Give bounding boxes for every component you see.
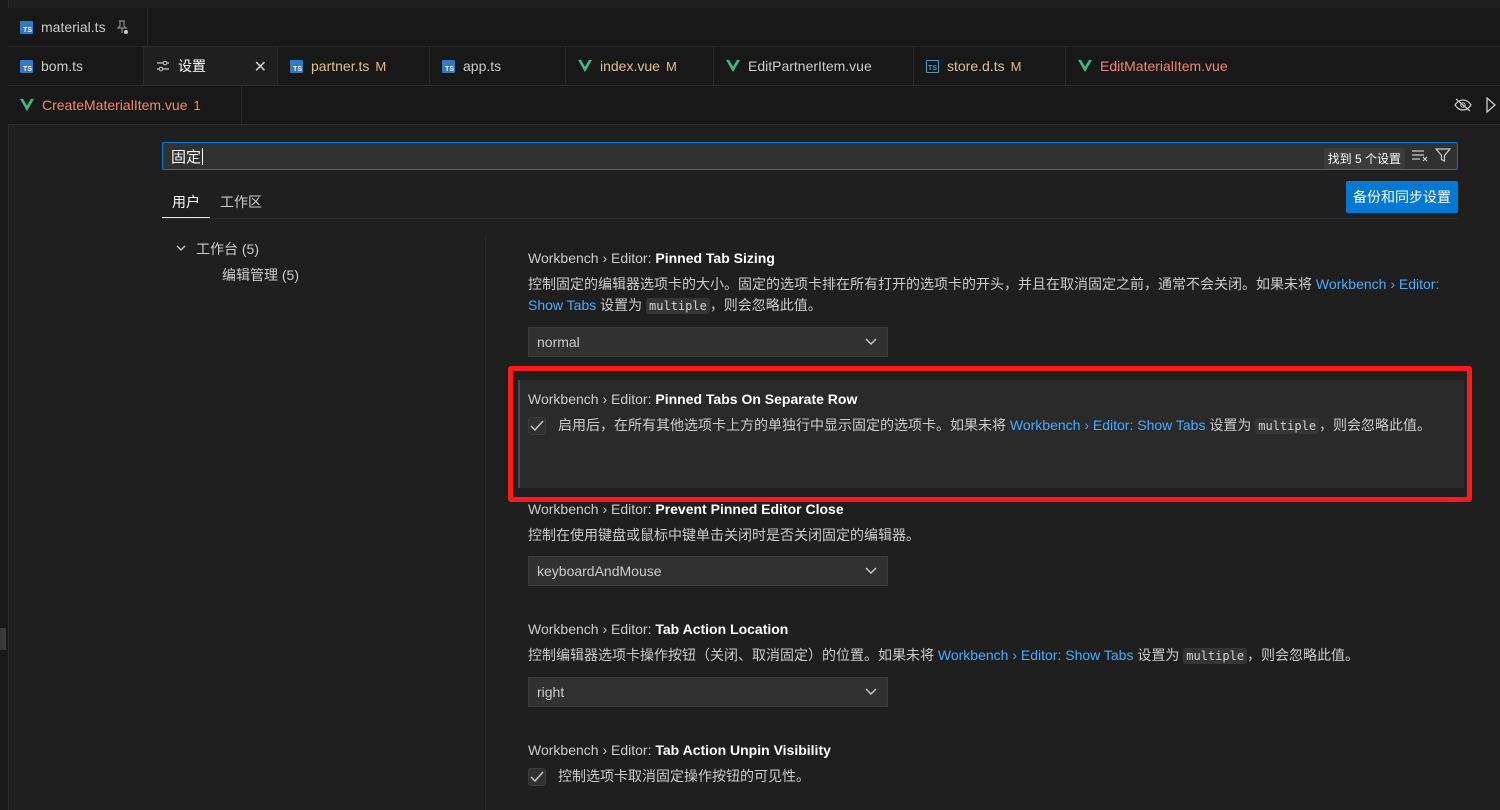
chevron-down-icon <box>176 243 192 255</box>
setting-tab-action-location: Workbench › Editor: Tab Action Location … <box>528 621 1448 707</box>
scroll-marker <box>0 628 6 650</box>
setting-description: 控制编辑器选项卡操作按钮（关闭、取消固定）的位置。如果未将 Workbench … <box>528 647 1360 664</box>
settings-search-input[interactable]: 固定 找到 5 个设置 <box>162 142 1458 170</box>
setting-description: 控制固定的编辑器选项卡的大小。固定的选项卡排在所有打开的选项卡的开头，并且在取消… <box>528 276 1440 314</box>
toc-item-editor-management[interactable]: 编辑管理 (5) <box>176 262 299 288</box>
chevron-down-icon <box>865 688 877 695</box>
check-icon <box>530 771 544 783</box>
close-icon[interactable]: ✕ <box>254 57 267 77</box>
backup-sync-button[interactable]: 备份和同步设置 <box>1346 181 1458 213</box>
setting-title: Workbench › Editor: Prevent Pinned Edito… <box>528 501 844 517</box>
settings-toc: 工作台 (5) 编辑管理 (5) <box>176 236 299 288</box>
clear-filter-icon[interactable] <box>1411 148 1429 162</box>
setting-description: 控制在使用键盘或鼠标中键单击关闭时是否关闭固定的编辑器。 <box>528 527 920 543</box>
annotation-highlight-box <box>508 366 1472 502</box>
tab-row-pinned: TS material.ts <box>8 8 1500 47</box>
tab-row-main: TS bom.ts 设置 ✕ TS partner.ts M TS app.ts… <box>8 47 1500 86</box>
eye-closed-icon[interactable] <box>1454 98 1472 112</box>
setting-title: Workbench › Editor: Tab Action Unpin Vis… <box>528 742 831 758</box>
tab-bom-ts[interactable]: TS bom.ts <box>8 47 144 85</box>
setting-pinned-tab-sizing: Workbench › Editor: Pinned Tab Sizing 控制… <box>528 250 1448 357</box>
typescript-declaration-icon: TS <box>926 59 939 73</box>
tab-user-scope[interactable]: 用户 <box>162 186 210 218</box>
tab-store-d-ts[interactable]: TS store.d.ts M <box>914 47 1066 85</box>
setting-link[interactable]: Workbench › Editor: Show Tabs <box>938 647 1134 663</box>
pinned-icon[interactable] <box>116 20 128 34</box>
tab-create-material-item-vue[interactable]: CreateMaterialItem.vue 1 <box>8 86 242 124</box>
run-icon[interactable] <box>1486 97 1496 113</box>
setting-title: Workbench › Editor: Tab Action Location <box>528 621 789 637</box>
tab-settings[interactable]: 设置 ✕ <box>144 47 278 85</box>
typescript-file-icon: TS <box>442 59 455 73</box>
chevron-down-icon <box>865 567 877 574</box>
setting-prevent-pinned-editor-close: Workbench › Editor: Prevent Pinned Edito… <box>528 501 1448 586</box>
search-result-count: 找到 5 个设置 <box>1323 148 1405 169</box>
typescript-file-icon: TS <box>20 59 33 73</box>
tab-partner-ts[interactable]: TS partner.ts M <box>278 47 430 85</box>
tab-action-unpin-visibility-checkbox[interactable] <box>528 768 546 786</box>
vue-file-icon <box>578 59 592 73</box>
tab-index-vue[interactable]: index.vue M <box>566 47 714 85</box>
tab-app-ts[interactable]: TS app.ts <box>430 47 566 85</box>
settings-scope-tabs: 用户 工作区 <box>162 186 1458 219</box>
setting-title: Workbench › Editor: Pinned Tab Sizing <box>528 250 775 266</box>
tab-edit-material-item-vue[interactable]: EditMaterialItem.vue <box>1066 47 1276 85</box>
filter-icon[interactable] <box>1435 147 1451 163</box>
tab-material-ts[interactable]: TS material.ts <box>8 8 148 46</box>
chevron-down-icon <box>865 338 877 345</box>
settings-sliders-icon <box>157 60 169 72</box>
toc-item-workbench[interactable]: 工作台 (5) <box>176 236 299 262</box>
pinned-tab-sizing-select[interactable]: normal <box>528 327 888 357</box>
toc-divider <box>485 236 486 810</box>
typescript-file-icon: TS <box>20 20 33 34</box>
editor-actions <box>1454 86 1500 124</box>
typescript-file-icon: TS <box>290 59 303 73</box>
prevent-pinned-editor-close-select[interactable]: keyboardAndMouse <box>528 556 888 586</box>
tab-action-location-select[interactable]: right <box>528 677 888 707</box>
setting-tab-action-unpin-visibility: Workbench › Editor: Tab Action Unpin Vis… <box>528 742 1448 787</box>
vue-file-icon <box>726 59 740 73</box>
vue-file-icon <box>1078 59 1092 73</box>
tab-edit-partner-item-vue[interactable]: EditPartnerItem.vue <box>714 47 914 85</box>
setting-description: 控制选项卡取消固定操作按钮的可见性。 <box>558 768 810 784</box>
text-caret <box>202 147 204 165</box>
vue-file-icon <box>20 98 34 112</box>
tab-row-secondary: CreateMaterialItem.vue 1 <box>8 86 1500 125</box>
tab-workspace-scope[interactable]: 工作区 <box>210 186 272 217</box>
